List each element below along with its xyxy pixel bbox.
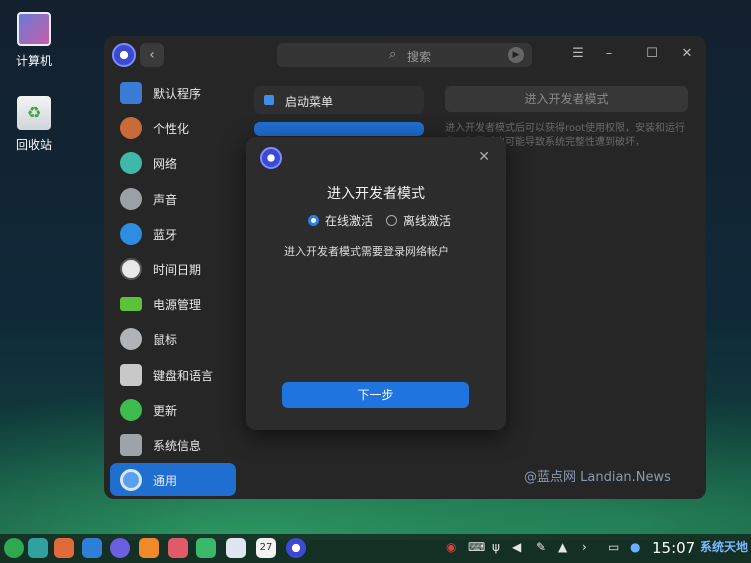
desktop-icon-label: 回收站 (15, 138, 52, 152)
sidebar-item-update[interactable]: 更新 (110, 393, 236, 426)
search-placeholder: 搜索 (407, 50, 432, 64)
dialog-close-button[interactable]: ✕ (478, 149, 490, 165)
update-icon (120, 398, 142, 421)
back-button[interactable]: ‹ (140, 43, 164, 67)
boot-menu-icon (264, 95, 274, 105)
next-button[interactable]: 下一步 (282, 382, 469, 408)
voice-input-icon[interactable]: ▶ (508, 47, 524, 63)
sidebar-item-system-info[interactable]: 系统信息 (110, 428, 236, 461)
sidebar-item-label: 电源管理 (153, 298, 202, 313)
watermark: @蓝点网 Landian.News (524, 470, 671, 485)
sound-icon (120, 187, 142, 210)
sub-menu-item-label: 启动菜单 (285, 95, 334, 109)
sidebar-item-mouse[interactable]: 鼠标 (110, 322, 236, 355)
sub-menu-item-developer-mode[interactable] (254, 122, 424, 136)
sidebar-item-label: 系统信息 (153, 438, 202, 453)
multitask-view-icon[interactable] (54, 538, 74, 558)
calendar-day: 27 (259, 542, 273, 553)
desktop-icon-trash[interactable]: 回收站 (4, 96, 64, 153)
radio-unselected-icon (386, 215, 397, 226)
sidebar-item-network[interactable]: 网络 (110, 146, 236, 179)
launcher-icon[interactable] (4, 538, 24, 558)
close-button[interactable]: ✕ (677, 44, 697, 64)
music-icon[interactable] (196, 538, 216, 558)
sidebar-item-bluetooth[interactable]: 蓝牙 (110, 217, 236, 250)
notification-icon[interactable]: ▲ (558, 540, 567, 554)
screen-icon[interactable]: ▭ (608, 540, 619, 554)
keyboard-icon (120, 363, 142, 386)
calendar-icon[interactable]: 27 (256, 538, 276, 558)
bluetooth-icon (120, 222, 142, 245)
taskbar: 27 ◉ ⌨ ψ ◀ ✎ ▲ › ▭ ● 15:07 系统天地 (0, 534, 751, 563)
image-viewer-icon[interactable] (168, 538, 188, 558)
sidebar-item-label: 默认程序 (153, 87, 202, 101)
sidebar-item-keyboard[interactable]: 键盘和语言 (110, 358, 236, 391)
mouse-icon (120, 328, 142, 351)
network-tray-icon[interactable]: ● (630, 540, 640, 554)
system-info-icon (120, 433, 142, 456)
titlebar: ‹ ⌕ 搜索 ▶ ☰ – ☐ ✕ (104, 36, 706, 74)
sidebar-item-label: 网络 (153, 157, 178, 172)
sidebar-item-sound[interactable]: 声音 (110, 182, 236, 215)
dialog-title: 进入开发者模式 (327, 186, 425, 202)
trash-icon (17, 96, 51, 130)
app-store-icon[interactable] (139, 538, 159, 558)
sidebar-item-label: 鼠标 (153, 333, 178, 348)
radio-label: 离线激活 (403, 214, 452, 228)
sub-menu: 启动菜单 (254, 86, 424, 144)
sidebar-item-label: 时间日期 (153, 262, 202, 277)
battery-icon (120, 297, 142, 312)
clock-icon (120, 257, 142, 280)
radio-label: 在线激活 (325, 214, 374, 228)
sidebar-item-personalization[interactable]: 个性化 (110, 111, 236, 144)
document-icon[interactable] (226, 538, 246, 558)
control-center-logo-icon (260, 147, 282, 169)
network-icon (120, 152, 142, 175)
desktop-icon-label: 计算机 (15, 54, 52, 68)
dialog-message: 进入开发者模式需要登录网络帐户 (284, 245, 449, 258)
volume-icon[interactable]: ◀ (512, 540, 521, 554)
computer-icon (17, 12, 51, 46)
sidebar-item-power[interactable]: 电源管理 (110, 287, 236, 320)
sidebar-item-label: 个性化 (153, 122, 190, 137)
usb-icon[interactable]: ψ (492, 540, 500, 554)
developer-mode-dialog: ✕ 进入开发者模式 在线激活 离线激活 进入开发者模式需要登录网络帐户 下一步 (246, 137, 506, 430)
sub-menu-item-boot-menu[interactable]: 启动菜单 (254, 86, 424, 114)
sidebar-item-label: 更新 (153, 403, 178, 418)
file-manager-icon[interactable] (82, 538, 102, 558)
sidebar-item-label: 键盘和语言 (153, 368, 214, 383)
control-center-logo-icon (112, 43, 136, 67)
browser-icon[interactable] (110, 538, 130, 558)
search-input[interactable]: ⌕ 搜索 ▶ (277, 43, 532, 67)
radio-offline-activation[interactable]: 离线激活 (386, 212, 451, 229)
enter-developer-mode-button[interactable]: 进入开发者模式 (445, 86, 688, 112)
pen-icon[interactable]: ✎ (536, 540, 546, 554)
desktop-icon-computer[interactable]: 计算机 (4, 12, 64, 69)
menu-button[interactable]: ☰ (568, 44, 588, 64)
taskbar-watermark: 系统天地 (700, 540, 749, 554)
sidebar-item-datetime[interactable]: 时间日期 (110, 252, 236, 285)
sidebar-item-label: 声音 (153, 192, 178, 207)
radio-online-activation[interactable]: 在线激活 (308, 212, 373, 229)
radio-selected-icon (308, 215, 319, 226)
general-icon (120, 469, 142, 492)
control-center-taskbar-icon[interactable] (286, 538, 306, 558)
chevron-right-icon[interactable]: › (582, 540, 587, 554)
maximize-button[interactable]: ☐ (642, 44, 662, 64)
sidebar-item-label: 蓝牙 (153, 227, 178, 242)
personalization-icon (120, 117, 142, 140)
show-desktop-icon[interactable] (28, 538, 48, 558)
minimize-button[interactable]: – (599, 44, 619, 64)
sidebar-item-general[interactable]: 通用 (110, 463, 236, 497)
clock[interactable]: 15:07 (652, 539, 695, 557)
default-apps-icon (120, 82, 142, 104)
sidebar-item-label: 通用 (153, 474, 178, 489)
keyboard-tray-icon[interactable]: ⌨ (468, 540, 485, 554)
sidebar: 默认程序 个性化 网络 声音 蓝牙 时间日期 电源管理 鼠标 键盘和语言 更新 … (110, 76, 236, 498)
sidebar-item-default-apps[interactable]: 默认程序 (110, 76, 236, 109)
search-icon: ⌕ (389, 47, 397, 62)
antivirus-icon[interactable]: ◉ (446, 540, 456, 554)
